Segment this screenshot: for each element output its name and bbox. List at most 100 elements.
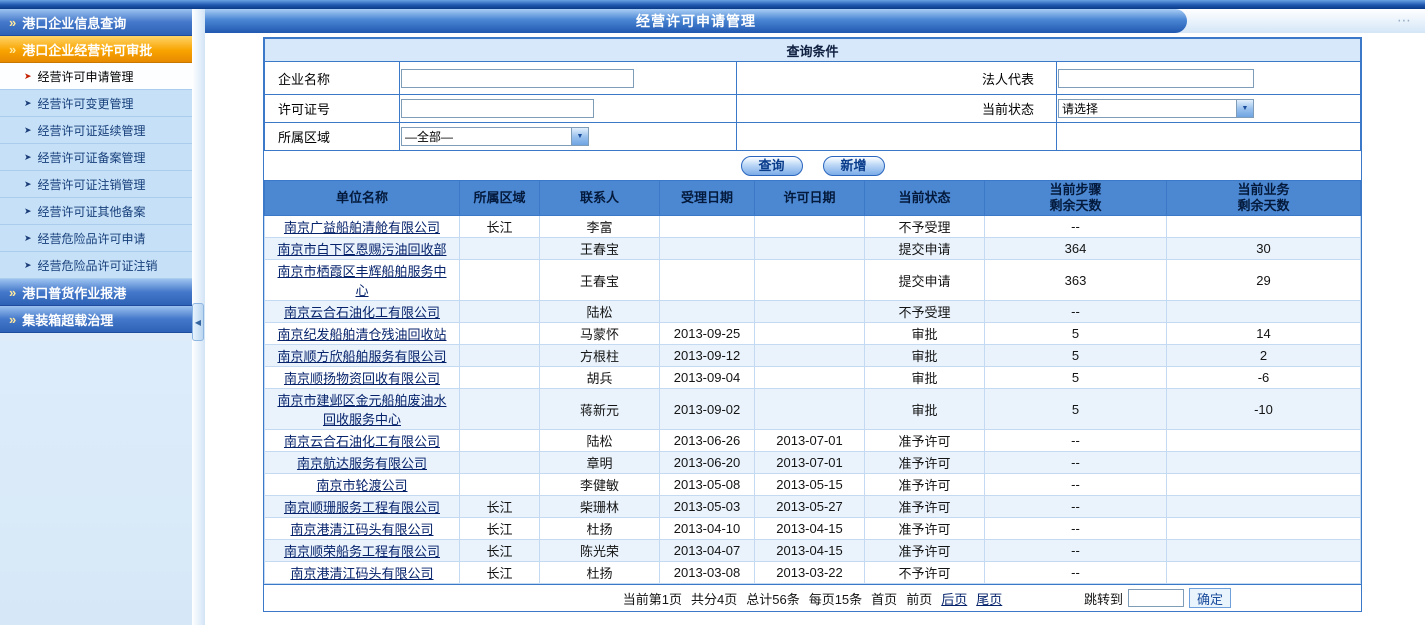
sidebar-group-11[interactable]: »集装箱超载治理 [0,306,192,333]
sidebar-group-0[interactable]: »港口企业信息查询 [0,9,192,36]
company-link[interactable]: 南京云合石油化工有限公司 [284,434,440,449]
cell-biz_days: 14 [1167,323,1361,345]
next-page-link[interactable]: 后页 [941,589,967,608]
table-row: 南京顺荣船务工程有限公司长江陈光荣2013-04-072013-04-15准予许… [265,540,1361,562]
company-link[interactable]: 南京市建邺区金元船舶废油水回收服务中心 [277,393,446,427]
cell-step_days: -- [985,474,1167,496]
page-layout: »港口企业信息查询»港口企业经营许可审批➤经营许可申请管理➤经营许可变更管理➤经… [0,9,1425,625]
cell-step_days: 364 [985,238,1167,260]
cell-step_days: -- [985,301,1167,323]
cell-accept_date [660,216,755,238]
double-chevron-icon: » [9,42,16,57]
sidebar-item-4[interactable]: ➤经营许可证延续管理 [0,117,192,144]
table-row: 南京港清江码头有限公司长江杜扬2013-03-082013-03-22不予许可-… [265,562,1361,584]
table-row: 南京顺扬物资回收有限公司胡兵2013-09-04审批5-6 [265,367,1361,389]
add-button[interactable]: 新增 [823,156,885,176]
cell-biz_days: 30 [1167,238,1361,260]
cell-contact: 王春宝 [540,260,660,301]
company-link[interactable]: 南京顺荣船务工程有限公司 [284,544,440,559]
company-link[interactable]: 南京纪发船舶清仓残油回收站 [277,327,446,342]
sidebar-item-9[interactable]: ➤经营危险品许可证注销 [0,252,192,279]
table-row: 南京港清江码头有限公司长江杜扬2013-04-102013-04-15准予许可-… [265,518,1361,540]
company-link[interactable]: 南京云合石油化工有限公司 [284,305,440,320]
first-page-link: 首页 [871,589,897,608]
cell-status: 准予许可 [865,540,985,562]
cell-contact: 陆松 [540,301,660,323]
cell-biz_days: -6 [1167,367,1361,389]
company-name-label: 企业名称 [265,62,400,95]
cell-name: 南京航达服务有限公司 [265,452,460,474]
company-link[interactable]: 南京顺扬物资回收有限公司 [284,371,440,386]
column-header: 受理日期 [660,181,755,216]
status-label: 当前状态 [737,95,1057,123]
license-no-input[interactable] [401,99,594,118]
sidebar-item-6[interactable]: ➤经营许可证注销管理 [0,171,192,198]
sidebar-item-5[interactable]: ➤经营许可证备案管理 [0,144,192,171]
arrow-bullet-icon: ➤ [24,260,32,271]
sidebar-group-10[interactable]: »港口普货作业报港 [0,279,192,306]
cell-region: 长江 [460,518,540,540]
cell-region: 长江 [460,562,540,584]
cell-license_date: 2013-07-01 [755,452,865,474]
company-link[interactable]: 南京广益船舶清舱有限公司 [284,220,440,235]
sidebar-item-3[interactable]: ➤经营许可变更管理 [0,90,192,117]
arrow-bullet-icon: ➤ [24,152,32,163]
region-select[interactable]: —全部— ▼ [401,127,589,146]
sidebar-group-1[interactable]: »港口企业经营许可审批 [0,36,192,63]
company-link[interactable]: 南京航达服务有限公司 [297,456,427,471]
company-link[interactable]: 南京港清江码头有限公司 [290,566,433,581]
cell-name: 南京港清江码头有限公司 [265,562,460,584]
cell-region: 长江 [460,216,540,238]
cell-name: 南京顺荣船务工程有限公司 [265,540,460,562]
arrow-bullet-icon: ➤ [24,206,32,217]
cell-accept_date [660,301,755,323]
sidebar-item-8[interactable]: ➤经营危险品许可申请 [0,225,192,252]
cell-region [460,323,540,345]
cell-name: 南京顺珊服务工程有限公司 [265,496,460,518]
grip-icon[interactable]: ⋯ [1397,12,1413,29]
search-button[interactable]: 查询 [741,156,803,176]
column-header: 联系人 [540,181,660,216]
sidebar-collapse-handle[interactable]: ◀ [192,303,204,341]
last-page-link[interactable]: 尾页 [976,589,1002,608]
empty-cell [1057,123,1361,151]
company-link[interactable]: 南京港清江码头有限公司 [290,522,433,537]
sidebar-item-7[interactable]: ➤经营许可证其他备案 [0,198,192,225]
cell-status: 提交申请 [865,260,985,301]
company-link[interactable]: 南京市轮渡公司 [316,478,407,493]
company-link[interactable]: 南京市栖霞区丰辉船舶服务中心 [277,264,446,298]
cell-contact: 王春宝 [540,238,660,260]
cell-contact: 陆松 [540,430,660,452]
jump-page-input[interactable] [1128,589,1184,607]
cell-license_date: 2013-04-15 [755,518,865,540]
cell-contact: 章明 [540,452,660,474]
cell-step_days: 5 [985,345,1167,367]
cell-biz_days [1167,562,1361,584]
column-header: 当前业务剩余天数 [1167,181,1361,216]
sidebar-item-2[interactable]: ➤经营许可申请管理 [0,63,192,90]
table-row: 南京航达服务有限公司章明2013-06-202013-07-01准予许可-- [265,452,1361,474]
company-link[interactable]: 南京顺方欣船舶服务有限公司 [277,349,446,364]
records-total: 总计56条 [746,589,799,608]
cell-biz_days: -10 [1167,389,1361,430]
legal-rep-input[interactable] [1058,69,1254,88]
arrow-bullet-icon: ➤ [24,98,32,109]
column-header: 所属区域 [460,181,540,216]
company-name-input[interactable] [401,69,634,88]
arrow-bullet-icon: ➤ [24,233,32,244]
cell-license_date: 2013-05-27 [755,496,865,518]
company-link[interactable]: 南京市白下区恩赐污油回收部 [277,242,446,257]
cell-region [460,430,540,452]
company-link[interactable]: 南京顺珊服务工程有限公司 [284,500,440,515]
cell-region [460,367,540,389]
cell-status: 不予受理 [865,216,985,238]
sidebar-item-label: 港口普货作业报港 [22,283,126,302]
table-row: 南京纪发船舶清仓残油回收站马蒙怀2013-09-25审批514 [265,323,1361,345]
confirm-button[interactable]: 确定 [1189,588,1231,608]
cell-name: 南京纪发船舶清仓残油回收站 [265,323,460,345]
region-select-value: —全部— [402,128,571,145]
cell-region [460,474,540,496]
status-select[interactable]: 请选择 ▼ [1058,99,1254,118]
cell-license_date: 2013-05-15 [755,474,865,496]
cell-biz_days [1167,540,1361,562]
